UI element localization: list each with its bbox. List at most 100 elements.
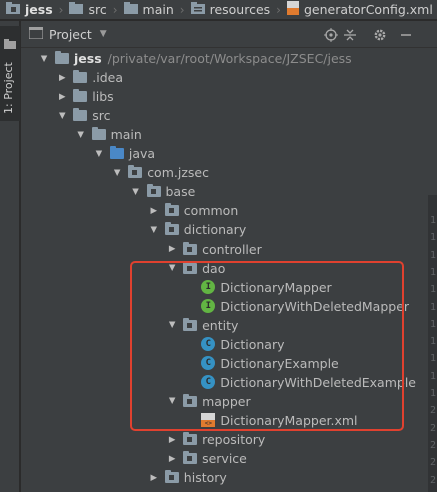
resources-folder-icon: [190, 2, 205, 17]
package-icon: [183, 241, 198, 255]
tree-row[interactable]: ▶ libs: [21, 87, 416, 106]
highlight-box: [130, 261, 404, 431]
folder-icon: [73, 89, 88, 103]
gutter-line-number: 1: [430, 336, 437, 348]
tree-row[interactable]: ▼ base: [21, 182, 416, 201]
package-icon: [128, 165, 143, 179]
tree-label: main: [110, 127, 142, 143]
package-icon: [183, 451, 198, 465]
tree-label: history: [183, 470, 227, 486]
breadcrumb-item-resources[interactable]: resources ›: [185, 2, 281, 17]
breadcrumb-item-generatorconfig[interactable]: generatorConfig.xml: [281, 1, 433, 18]
project-path: /private/var/root/Workspace/JZSEC/jess: [107, 51, 352, 66]
gutter-line-number: 1: [430, 318, 437, 330]
package-icon: [183, 432, 198, 445]
gutter-line-number: 1: [430, 266, 437, 278]
xml-file-icon: [286, 1, 299, 18]
gutter-line-number: 1: [430, 301, 437, 313]
tree-label: src: [92, 108, 111, 124]
tree-label: dictionary: [183, 222, 247, 238]
expand-arrow-icon[interactable]: ▼: [112, 168, 122, 178]
tree-label: controller: [202, 241, 262, 257]
view-selector[interactable]: Project ▼: [21, 25, 107, 42]
gear-icon[interactable]: [371, 26, 389, 44]
breadcrumb-label: resources: [209, 2, 271, 17]
folder-icon: [73, 108, 88, 122]
collapse-arrow-icon[interactable]: ▶: [167, 454, 177, 464]
collapse-icon[interactable]: [341, 26, 359, 44]
tool-tab-project[interactable]: 1: Project: [0, 26, 20, 121]
collapse-arrow-icon[interactable]: ▶: [167, 435, 177, 445]
source-folder-icon: [109, 146, 124, 160]
gutter-line-number: 2: [430, 422, 437, 434]
breadcrumb-label: generatorConfig.xml: [303, 2, 433, 17]
breadcrumb-label: src: [88, 2, 107, 17]
tree-row[interactable]: ▶ repository: [21, 430, 416, 449]
gutter-line-number: 2: [430, 474, 437, 486]
package-icon: [164, 203, 179, 217]
tree-label: com.jzsec: [147, 165, 209, 181]
expand-arrow-icon[interactable]: ▼: [131, 187, 141, 197]
breadcrumb-item-src[interactable]: src ›: [63, 2, 118, 17]
gutter-line-number: 1: [430, 249, 437, 261]
collapse-arrow-icon[interactable]: ▶: [149, 473, 159, 483]
breadcrumb-item-main[interactable]: main ›: [118, 2, 185, 17]
tree-row[interactable]: ▶ common: [21, 201, 416, 220]
tree-row[interactable]: ▼ java: [21, 144, 416, 163]
gutter-line-number: 2: [430, 439, 437, 451]
target-icon[interactable]: [322, 26, 340, 44]
gutter-line-number: 1: [430, 215, 437, 226]
panel-header: Project ▼: [21, 21, 437, 48]
collapse-arrow-icon[interactable]: ▶: [167, 244, 177, 254]
view-selector-label: Project: [49, 26, 92, 42]
gutter-line-number: 1: [430, 353, 437, 365]
tree-label: common: [183, 203, 239, 219]
gutter-line-number: 2: [430, 405, 437, 417]
tree-row[interactable]: ▶ controller: [21, 240, 416, 259]
package-icon: [164, 470, 179, 484]
project-folder-icon: [4, 34, 16, 53]
tool-window-strip: 1: Project: [0, 21, 20, 492]
package-icon: [164, 222, 179, 236]
expand-arrow-icon[interactable]: ▼: [39, 54, 49, 64]
chevron-down-icon: ▼: [99, 29, 107, 39]
tree-label: base: [165, 184, 196, 200]
project-view-icon: [28, 25, 44, 42]
breadcrumb-label: main: [142, 2, 174, 17]
breadcrumb-item-jess[interactable]: jess ›: [0, 2, 63, 17]
tree-row[interactable]: ▶ .idea: [21, 68, 416, 87]
breadcrumb: jess › src › main › resources › generato…: [0, 0, 437, 20]
tool-tab-label: 1: Project: [2, 62, 15, 114]
tree-label: .idea: [92, 70, 124, 86]
folder-icon: [69, 2, 84, 17]
folder-icon: [73, 70, 88, 84]
collapse-arrow-icon[interactable]: ▶: [57, 92, 67, 102]
expand-arrow-icon[interactable]: ▼: [57, 111, 67, 121]
gutter-line-number: 1: [430, 370, 437, 382]
tree-row[interactable]: ▶ service: [21, 449, 416, 468]
tree-row[interactable]: ▼ dictionary: [21, 220, 416, 239]
tree-label: java: [128, 146, 156, 162]
tree-row[interactable]: ▼ src: [21, 106, 416, 125]
tree-label: repository: [202, 432, 266, 447]
gutter-line-number: 1: [430, 388, 437, 399]
gutter-line-number: 1: [430, 284, 437, 296]
folder-icon: [91, 127, 106, 141]
editor-gutter: 11111111111222222: [428, 195, 437, 492]
collapse-arrow-icon[interactable]: ▶: [57, 73, 67, 83]
project-folder-icon: [6, 2, 20, 17]
tree-row[interactable]: ▼ jess/private/var/root/Workspace/JZSEC/j…: [21, 49, 416, 68]
tree-row[interactable]: ▼ com.jzsec: [21, 163, 416, 182]
tree-row[interactable]: ▶ history: [21, 468, 416, 487]
expand-arrow-icon[interactable]: ▼: [94, 149, 104, 159]
breadcrumb-label: jess: [25, 2, 53, 17]
gutter-line-number: 1: [430, 232, 437, 244]
hide-icon[interactable]: [397, 26, 415, 44]
tree-label: service: [202, 451, 247, 467]
gutter-line-number: 2: [430, 457, 437, 469]
tree-row[interactable]: ▼ main: [21, 125, 416, 144]
expand-arrow-icon[interactable]: ▼: [149, 225, 159, 235]
expand-arrow-icon[interactable]: ▼: [76, 130, 86, 140]
folder-icon: [55, 51, 69, 64]
collapse-arrow-icon[interactable]: ▶: [149, 206, 159, 216]
